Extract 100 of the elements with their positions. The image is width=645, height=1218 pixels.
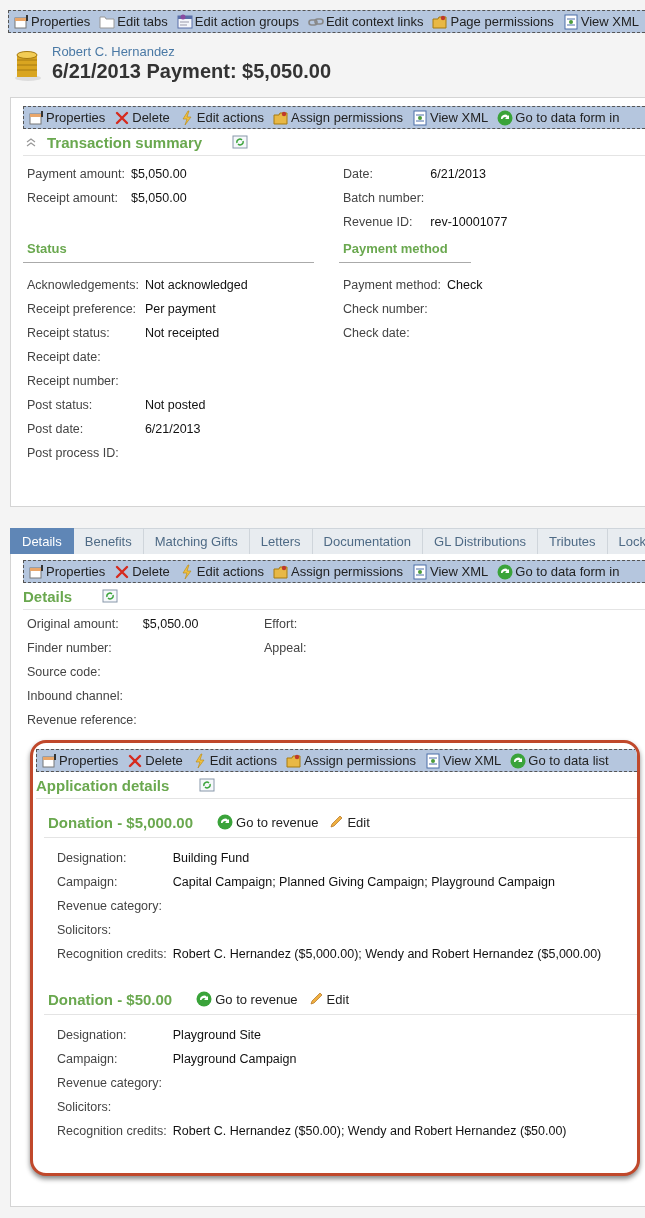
form-icon bbox=[41, 752, 57, 769]
field-label: Receipt number: bbox=[27, 373, 120, 390]
toolbar-button[interactable]: Edit context links bbox=[307, 13, 424, 30]
field-label: Payment amount: bbox=[27, 166, 125, 183]
field-value: 6/21/2013 bbox=[144, 421, 202, 438]
field-label: Check date: bbox=[343, 325, 411, 342]
toolbar-button[interactable]: View XML bbox=[425, 752, 502, 769]
delete-icon bbox=[114, 109, 131, 126]
refresh-icon[interactable] bbox=[232, 134, 249, 150]
field-label: Inbound channel: bbox=[27, 688, 124, 705]
field-label: Appeal: bbox=[264, 640, 307, 657]
toolbar-button[interactable]: Properties bbox=[41, 752, 119, 769]
toolbar-button[interactable]: View XML bbox=[412, 563, 489, 580]
field-label: Revenue reference: bbox=[27, 712, 137, 729]
field-label: Solicitors: bbox=[57, 922, 113, 939]
tab[interactable]: Benefits bbox=[73, 528, 144, 554]
refresh-icon[interactable] bbox=[102, 588, 119, 604]
toolbar-button[interactable]: View XML bbox=[562, 13, 640, 30]
toolbar-button[interactable]: Assign permissions bbox=[286, 752, 417, 769]
field-label: Payment method: bbox=[343, 277, 441, 294]
action-link[interactable]: Go to revenue bbox=[217, 814, 319, 830]
toolbar-button[interactable]: Delete bbox=[114, 109, 170, 126]
field-value: Capital Campaign; Planned Giving Campaign; Playground Campaign bbox=[172, 874, 556, 891]
section-subtitle: Status bbox=[23, 236, 314, 263]
section-title: Application details bbox=[36, 776, 170, 794]
field-label: Designation: bbox=[57, 1027, 128, 1044]
document-icon bbox=[412, 563, 429, 580]
field-label: Campaign: bbox=[57, 874, 119, 891]
tab[interactable]: Letters bbox=[249, 528, 313, 554]
page-title: 6/21/2013 Payment: $5,050.00 bbox=[52, 60, 332, 83]
field-label: Post date: bbox=[27, 421, 85, 438]
section-title: Details bbox=[23, 587, 73, 605]
field-label: Revenue category: bbox=[57, 1075, 163, 1092]
folder-tab-icon bbox=[99, 13, 116, 30]
field-value: $5,050.00 bbox=[130, 190, 188, 207]
toolbar-button[interactable]: Delete bbox=[114, 563, 170, 580]
field-value: $5,050.00 bbox=[130, 166, 188, 183]
tab[interactable]: Details bbox=[10, 528, 74, 554]
field-value: $5,050.00 bbox=[142, 616, 200, 633]
form-icon bbox=[13, 13, 29, 30]
toolbar-button[interactable]: Go to data form in bbox=[497, 109, 620, 126]
toolbar-button[interactable]: Go to data form in bbox=[497, 563, 620, 580]
toolbar-button[interactable]: View XML bbox=[412, 109, 489, 126]
folder-icon bbox=[432, 13, 449, 30]
toolbar-button[interactable]: Assign permissions bbox=[273, 563, 404, 580]
folder-icon bbox=[273, 109, 290, 126]
field-label: Recognition credits: bbox=[57, 946, 167, 963]
toolbar-button[interactable]: Go to data list bbox=[510, 752, 609, 769]
field-value: Playground Campaign bbox=[172, 1051, 298, 1068]
toolbar-button[interactable]: Properties bbox=[28, 109, 106, 126]
field-value: Not acknowledged bbox=[144, 277, 249, 294]
field-label: Source code: bbox=[27, 664, 102, 681]
toolbar-button[interactable]: Assign permissions bbox=[273, 109, 404, 126]
action-link[interactable]: Edit bbox=[328, 814, 370, 830]
field-value: Not receipted bbox=[144, 325, 221, 342]
field-label: Recognition credits: bbox=[57, 1123, 167, 1140]
toolbar-button[interactable]: Edit actions bbox=[191, 752, 278, 769]
field-label: Date: bbox=[343, 166, 374, 183]
toolbar-button[interactable]: Properties bbox=[28, 563, 106, 580]
toolbar-button[interactable]: Edit action groups bbox=[176, 13, 299, 30]
field-label: Batch number: bbox=[343, 190, 425, 207]
action-link[interactable]: Go to revenue bbox=[196, 991, 298, 1007]
field-label: Receipt date: bbox=[27, 349, 102, 366]
field-label: Designation: bbox=[57, 850, 128, 867]
field-value: Not posted bbox=[144, 397, 207, 414]
delete-icon bbox=[127, 752, 144, 769]
document-icon bbox=[412, 109, 429, 126]
tab[interactable]: Documentation bbox=[312, 528, 424, 554]
field-value: Playground Site bbox=[172, 1027, 263, 1044]
refresh-icon[interactable] bbox=[199, 777, 216, 793]
record-owner-link[interactable]: Robert C. Hernandez bbox=[52, 44, 332, 59]
toolbar-button[interactable]: Page permissions bbox=[432, 13, 554, 30]
pencil-icon bbox=[307, 991, 324, 1007]
field-value: 6/21/2013 bbox=[430, 166, 487, 183]
toolbar-button[interactable]: Delete bbox=[127, 752, 183, 769]
document-icon bbox=[425, 752, 442, 769]
toolbar-button[interactable]: Edit actions bbox=[178, 563, 265, 580]
toolbar-button[interactable]: Edit tabs bbox=[99, 13, 168, 30]
field-label: Campaign: bbox=[57, 1051, 119, 1068]
toolbar-button[interactable]: Properties bbox=[13, 13, 91, 30]
field-label: Effort: bbox=[264, 616, 299, 633]
form-icon bbox=[28, 563, 44, 580]
field-value: Per payment bbox=[144, 301, 217, 318]
field-label: Receipt amount: bbox=[27, 190, 120, 207]
toolbar-button[interactable]: Edit actions bbox=[178, 109, 265, 126]
field-label: Post status: bbox=[27, 397, 94, 414]
field-label: Check number: bbox=[343, 301, 429, 318]
tab[interactable]: Tributes bbox=[538, 528, 608, 554]
field-label: Finder number: bbox=[27, 640, 113, 657]
folder-icon bbox=[273, 563, 290, 580]
section-subtitle: Payment method bbox=[339, 236, 471, 263]
tab[interactable]: GL Distributions bbox=[423, 528, 539, 554]
field-value: Building Fund bbox=[172, 850, 251, 867]
field-label: Post process ID: bbox=[27, 445, 120, 462]
window-icon bbox=[176, 13, 193, 30]
tab[interactable]: Matching Gifts bbox=[143, 528, 250, 554]
field-label: Revenue category: bbox=[57, 898, 163, 915]
action-link[interactable]: Edit bbox=[307, 991, 349, 1007]
pencil-icon bbox=[328, 814, 345, 830]
field-label: Solicitors: bbox=[57, 1099, 113, 1116]
